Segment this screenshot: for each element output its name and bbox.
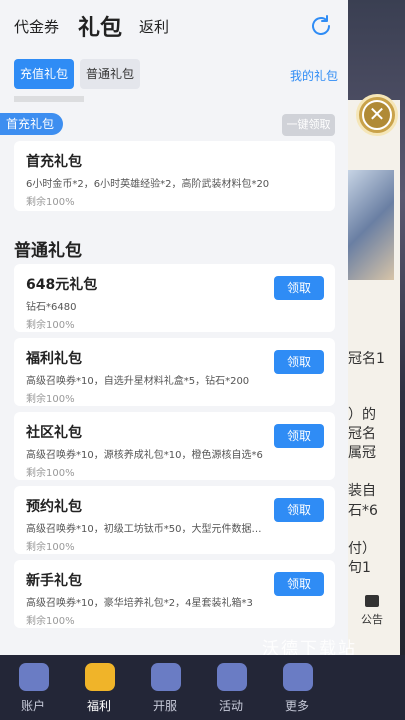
gift-card: 社区礼包 高级召唤券*10，源核养成礼包*10，橙色源核自选*6 剩余100% …: [14, 412, 335, 480]
nav-label: 开服: [152, 699, 177, 713]
gift-remain: 剩余100%: [26, 197, 75, 208]
nav-label: 账户: [20, 699, 45, 713]
claim-button[interactable]: 领取: [274, 276, 324, 300]
bg-text-line: ）的: [348, 407, 376, 423]
notice-icon: [365, 595, 379, 607]
gift-desc: 高级召唤券*10，豪华培养礼包*2，4星套装礼箱*3: [26, 598, 253, 609]
tab-voucher[interactable]: 代金券: [14, 16, 59, 37]
bg-text-line: 装自: [348, 483, 376, 499]
grid-icon: [283, 663, 313, 691]
gift-card: 预约礼包 高级召唤券*10，初级工坊钛币*50，大型元件数据自... 剩余100…: [14, 486, 335, 554]
refresh-icon[interactable]: [309, 14, 333, 38]
bg-text-line: 句1: [348, 560, 371, 576]
gift-remain: 剩余100%: [26, 542, 75, 553]
gift-remain: 剩余100%: [26, 320, 75, 331]
controller-icon: [217, 663, 247, 691]
gift-remain: 剩余100%: [26, 468, 75, 479]
nav-account[interactable]: 账户: [0, 655, 66, 720]
first-recharge-label: 首充礼包: [0, 113, 63, 135]
gift-title: 首充礼包: [26, 154, 82, 170]
character-art: [346, 170, 394, 280]
close-icon: ✕: [362, 100, 392, 130]
nav-server-open[interactable]: 开服: [132, 655, 198, 720]
account-icon: [19, 663, 49, 691]
notice-button[interactable]: 公告: [352, 595, 392, 627]
gift-icon: [85, 663, 115, 691]
gift-card: 648元礼包 钻石*6480 剩余100% 领取: [14, 264, 335, 332]
bg-text-line: 属冠: [348, 445, 376, 461]
gift-title: 648元礼包: [26, 277, 98, 293]
claim-button[interactable]: 领取: [274, 572, 324, 596]
close-button[interactable]: ✕: [356, 94, 398, 136]
gift-desc: 钻石*6480: [26, 302, 77, 313]
bg-text-line: 冠名: [348, 426, 376, 442]
gamepad-icon: [151, 663, 181, 691]
subtab-recharge-gift[interactable]: 充值礼包: [14, 59, 75, 89]
gift-title: 预约礼包: [26, 499, 82, 515]
gift-desc: 高级召唤券*10，自选升星材料礼盒*5，钻石*200: [26, 376, 250, 387]
first-recharge-card: 首充礼包 6小时金币*2，6小时英雄经验*2，高阶武装材料包*20 剩余100%: [14, 141, 335, 211]
notice-label: 公告: [361, 613, 383, 626]
nav-label: 福利: [86, 699, 111, 713]
scrolled-content-edge: [14, 96, 84, 102]
gift-title: 福利礼包: [26, 351, 82, 367]
claim-button[interactable]: 领取: [274, 498, 324, 522]
normal-section-title: 普通礼包: [14, 241, 82, 261]
nav-welfare[interactable]: 福利: [66, 655, 132, 720]
my-gift-link[interactable]: 我的礼包: [290, 67, 338, 84]
gift-card: 新手礼包 高级召唤券*10，豪华培养礼包*2，4星套装礼箱*3 剩余100% 领…: [14, 560, 335, 628]
nav-more[interactable]: 更多: [264, 655, 330, 720]
gift-subtabs: 充值礼包 普通礼包: [14, 59, 141, 89]
gift-panel: 代金券 礼包 返利 充值礼包 普通礼包 我的礼包 首充礼包 一键领取 首充礼包 …: [0, 0, 348, 655]
gift-desc: 6小时金币*2，6小时英雄经验*2，高阶武装材料包*20: [26, 179, 270, 190]
claim-button[interactable]: 领取: [274, 350, 324, 374]
bg-text-line: 付）: [348, 541, 376, 557]
gift-card: 福利礼包 高级召唤券*10，自选升星材料礼盒*5，钻石*200 剩余100% 领…: [14, 338, 335, 406]
gift-remain: 剩余100%: [26, 394, 75, 405]
bg-text-line: 冠名1: [348, 351, 385, 367]
header: 代金券 礼包 返利: [0, 0, 348, 52]
nav-label: 活动: [218, 699, 243, 713]
nav-label: 更多: [284, 699, 309, 713]
gift-desc: 高级召唤券*10，源核养成礼包*10，橙色源核自选*6: [26, 450, 263, 461]
tab-rebate[interactable]: 返利: [139, 16, 169, 37]
claim-button[interactable]: 领取: [274, 424, 324, 448]
background-announcement-card: 冠名1 ）的 冠名 属冠 装自 石*6 付） 句1 公告: [340, 100, 400, 655]
gift-title: 社区礼包: [26, 425, 82, 441]
subtab-normal-gift[interactable]: 普通礼包: [80, 59, 141, 89]
claim-all-button[interactable]: 一键领取: [282, 114, 335, 136]
bg-text-line: 石*6: [348, 503, 378, 519]
gift-desc: 高级召唤券*10，初级工坊钛币*50，大型元件数据自...: [26, 524, 266, 535]
gift-remain: 剩余100%: [26, 616, 75, 627]
bottom-nav: 账户 福利 开服 活动 更多: [0, 655, 405, 720]
tab-gift[interactable]: 礼包: [78, 10, 122, 42]
nav-events[interactable]: 活动: [198, 655, 264, 720]
gift-title: 新手礼包: [26, 573, 82, 589]
